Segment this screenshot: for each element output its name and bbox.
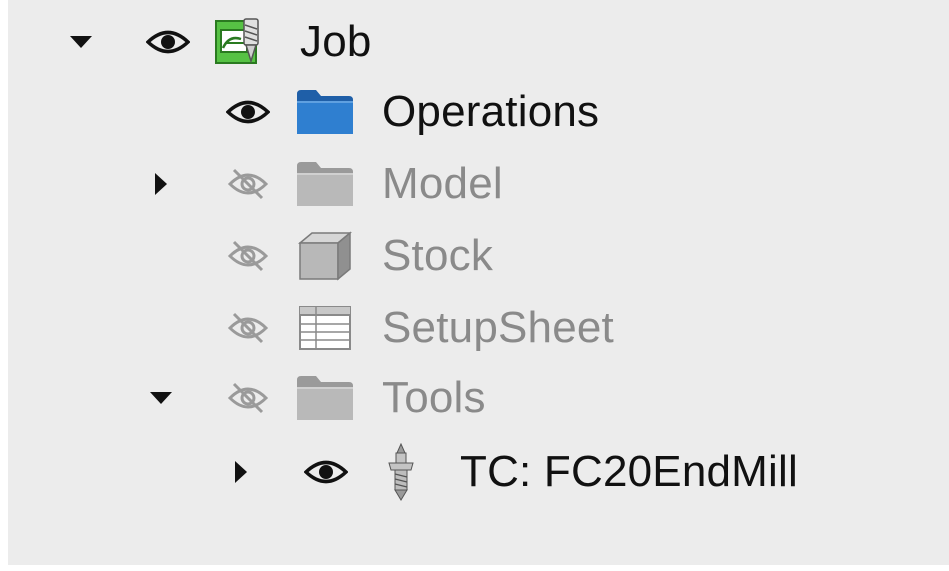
- eye-open-icon[interactable]: [146, 29, 190, 55]
- tree-item-label: SetupSheet: [382, 303, 614, 352]
- tree-item-stock[interactable]: Stock: [8, 224, 949, 288]
- tree-item-model[interactable]: Model: [8, 152, 949, 216]
- tree-item-label: Stock: [382, 231, 494, 280]
- expand-arrow-down-icon[interactable]: [70, 35, 92, 49]
- cube-icon: [298, 231, 352, 281]
- tree-item-tools[interactable]: Tools: [8, 366, 949, 430]
- expand-arrow-right-icon[interactable]: [234, 461, 248, 483]
- tree-item-job[interactable]: Job: [8, 10, 949, 74]
- eye-open-icon[interactable]: [304, 459, 348, 485]
- tree-item-label: Operations: [382, 87, 600, 136]
- eye-hidden-icon[interactable]: [226, 380, 270, 416]
- eye-hidden-icon[interactable]: [226, 166, 270, 202]
- tree-item-tool-controller[interactable]: TC: FC20EndMill: [8, 440, 949, 504]
- folder-gray-icon: [296, 374, 354, 422]
- job-icon: [214, 17, 264, 67]
- eye-hidden-icon[interactable]: [226, 310, 270, 346]
- eye-hidden-icon[interactable]: [226, 238, 270, 274]
- expand-arrow-right-icon[interactable]: [154, 173, 168, 195]
- spreadsheet-icon: [298, 305, 352, 351]
- expand-arrow-down-icon[interactable]: [150, 391, 172, 405]
- tree-item-label: Job: [300, 17, 372, 66]
- tree-item-operations[interactable]: Operations: [8, 80, 949, 144]
- tree-item-setupsheet[interactable]: SetupSheet: [8, 296, 949, 360]
- tree-panel: Job Operations Model Stock SetupSheet To…: [8, 0, 949, 565]
- tree-item-label: Model: [382, 159, 503, 208]
- tree-item-label: Tools: [382, 373, 486, 422]
- folder-gray-icon: [296, 160, 354, 208]
- tool-bit-icon: [386, 443, 416, 501]
- tree-item-label: TC: FC20EndMill: [460, 447, 798, 496]
- folder-blue-icon: [296, 88, 354, 136]
- eye-open-icon[interactable]: [226, 99, 270, 125]
